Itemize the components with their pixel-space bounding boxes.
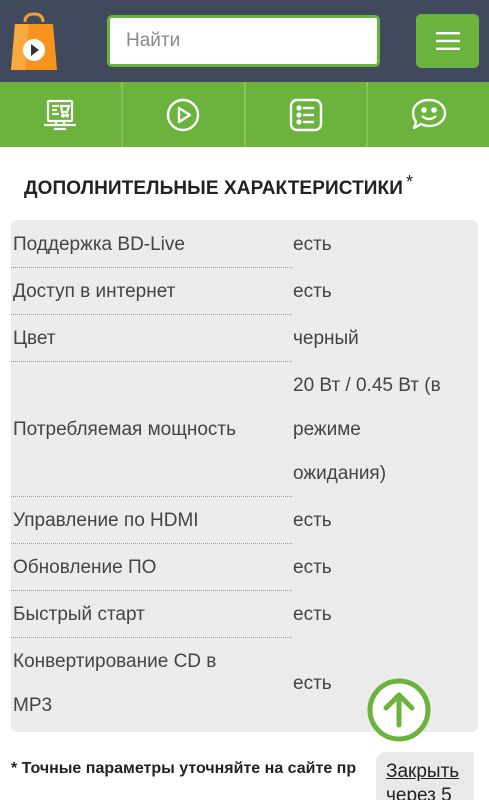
play-circle-icon [166,98,200,131]
search-box[interactable] [107,15,380,67]
spec-value: есть [293,604,332,625]
spec-label: Потребляемая мощность [13,419,237,440]
spec-label: Управление по HDMI [13,510,199,531]
close-popup[interactable]: Закрыть через 5 [376,752,474,800]
spec-label: Быстрый старт [13,604,145,625]
spec-row: Управление по HDMI есть [11,499,478,544]
row-divider [11,543,292,544]
nav-video[interactable] [123,82,246,147]
spec-row: Обновление ПО есть [11,546,478,591]
row-divider [11,314,292,315]
scroll-top-button[interactable] [366,677,432,743]
row-divider [11,637,292,638]
search-input[interactable] [110,18,377,64]
arrow-up-circle-icon [367,678,431,742]
section-title-mark: * [406,172,414,192]
spec-value: есть [293,281,332,302]
nav-chat[interactable] [368,82,489,147]
spec-row: Поддержка BD-Live есть [11,223,478,268]
chat-smile-icon [411,98,446,129]
icon-nav-bar [0,82,489,147]
specs-table: Поддержка BD-Live есть Доступ в интернет… [11,220,478,732]
spec-label-line: MP3 [13,695,53,716]
section-title: ДОПОЛНИТЕЛЬНЫЕ ХАРАКТЕРИСТИКИ * [24,172,413,200]
hamburger-icon [435,32,460,50]
top-bar [0,0,489,82]
spec-label: Доступ в интернет [13,281,176,302]
catalog-screen-icon [44,99,77,130]
list-icon [289,98,323,131]
row-divider [11,361,292,362]
close-timer[interactable]: через 5 [386,784,474,800]
spec-label: Поддержка BD-Live [13,234,185,255]
spec-value-line: режиме [293,419,361,440]
spec-label: Обновление ПО [13,557,157,578]
row-divider [11,590,292,591]
spec-label-line: Конвертирование CD в [13,651,217,672]
section-title-text: ДОПОЛНИТЕЛЬНЫЕ ХАРАКТЕРИСТИКИ [24,178,403,199]
spec-value: есть [293,234,332,255]
menu-button[interactable] [416,14,479,68]
shop-logo-icon[interactable] [11,12,57,70]
row-divider [11,496,292,497]
spec-row: Доступ в интернет есть [11,270,478,315]
spec-value: есть [293,557,332,578]
nav-catalog[interactable] [0,82,123,147]
spec-value-line: 20 Вт / 0.45 Вт (в [293,375,441,396]
nav-list[interactable] [246,82,369,147]
spec-value: есть [293,510,332,531]
close-link[interactable]: Закрыть [386,760,474,784]
row-divider [11,267,292,268]
spec-row: Цвет черный [11,317,478,362]
spec-label: Цвет [13,328,56,349]
spec-row: Быстрый старт есть [11,593,478,638]
spec-value: черный [293,328,359,349]
spec-row: Потребляемая мощность 20 Вт / 0.45 Вт (в… [11,364,478,497]
footnote: * Точные параметры уточняйте на сайте пр [11,760,357,777]
spec-value-line: ожидания) [293,463,387,484]
